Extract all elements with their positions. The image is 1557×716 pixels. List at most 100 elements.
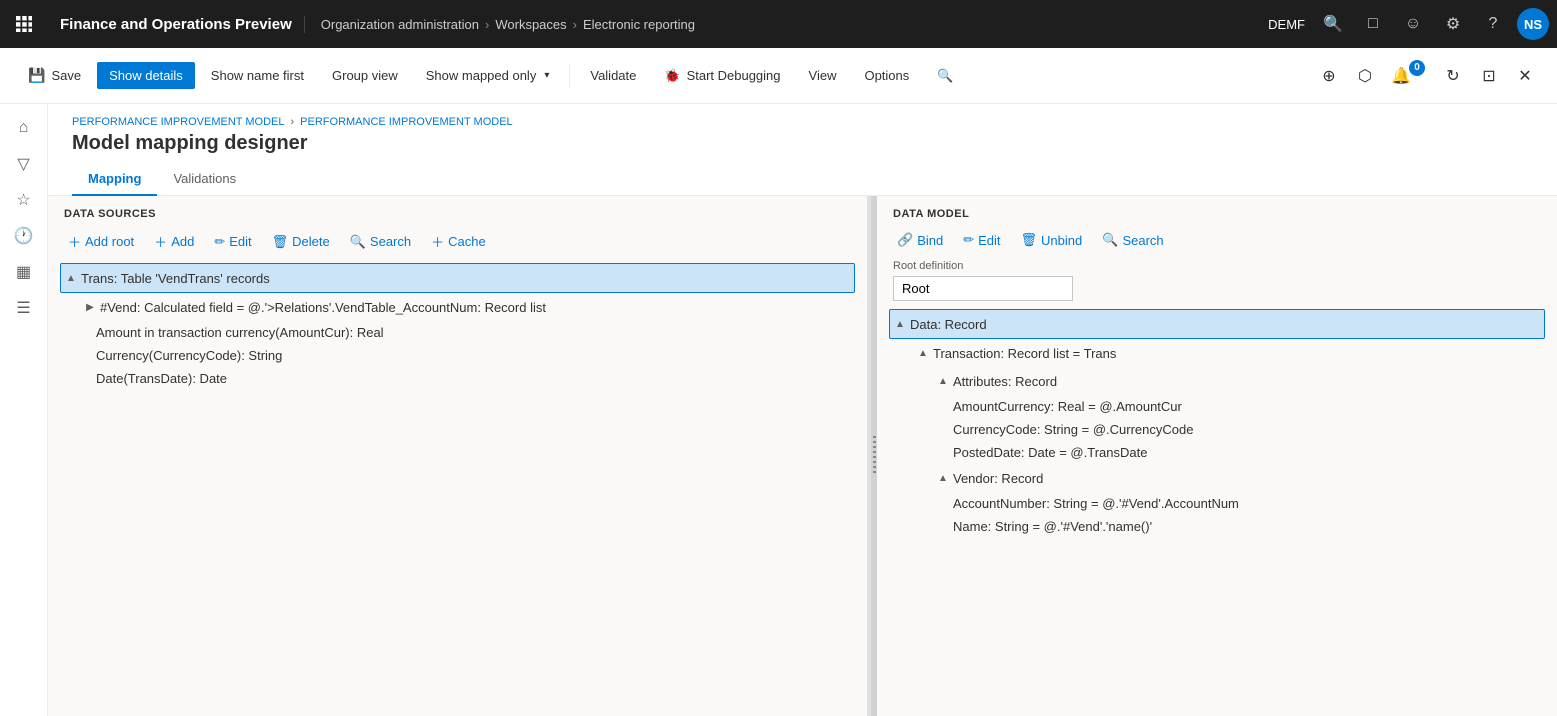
close-icon[interactable]: ✕ [1509,60,1541,92]
bc-sep: › [291,116,295,128]
dm-tree-label-data: Data: Record [910,317,987,332]
sidebar-list-icon[interactable]: ☰ [8,292,40,324]
dm-tree-row-attributes[interactable]: ▲ Attributes: Record [889,367,1545,395]
expand-transaction-icon[interactable]: ▲ [913,343,933,363]
tree-row-currency[interactable]: Currency(CurrencyCode): String [60,344,855,367]
tab-validations[interactable]: Validations [157,163,252,196]
settings-icon[interactable]: ⚙ [1437,8,1469,40]
dm-tree-row-transaction[interactable]: ▲ Transaction: Record list = Trans [889,339,1545,367]
bind-button[interactable]: 🔗 Bind [889,228,951,252]
bc-link-1[interactable]: PERFORMANCE IMPROVEMENT MODEL [72,116,285,128]
avatar[interactable]: NS [1517,8,1549,40]
emoji-icon[interactable]: ☺ [1397,8,1429,40]
data-sources-panel: DATA SOURCES ＋ Add root ＋ Add ✏ Edit [48,196,871,716]
badge-count: 0 [1409,60,1425,76]
search-cmd-button[interactable]: 🔍 [925,62,965,90]
debug-icon: 🐞 [664,68,680,84]
tree-row-amount[interactable]: Amount in transaction currency(AmountCur… [60,321,855,344]
add-root-icon: ＋ [68,232,81,251]
cache-icon-ds: ＋ [431,232,444,251]
refresh-icon[interactable]: ↻ [1437,60,1469,92]
delete-icon-ds: 🗑 [272,234,289,250]
expand-trans-icon[interactable]: ▲ [61,268,81,288]
edit-button-dm[interactable]: ✏ Edit [955,228,1008,252]
help-icon[interactable]: ? [1477,8,1509,40]
sidebar-favorites-icon[interactable]: ☆ [8,184,40,216]
unbind-button[interactable]: 🗑 Unbind [1013,228,1091,252]
breadcrumb-sep2: › [573,17,577,32]
show-mapped-only-button[interactable]: Show mapped only ▾ [414,62,562,89]
dm-tree-row-name[interactable]: Name: String = @.'#Vend'.'name()' [889,515,1545,538]
sidebar-filter-icon[interactable]: ▽ [8,148,40,180]
dm-tree-label-attributes: Attributes: Record [953,374,1057,389]
delete-button-ds[interactable]: 🗑 Delete [264,230,338,254]
validate-button[interactable]: Validate [578,62,648,89]
dm-toolbar: 🔗 Bind ✏ Edit 🗑 Unbind 🔍 Search [889,228,1545,252]
show-details-button[interactable]: Show details [97,62,195,89]
save-button[interactable]: 💾 Save [16,61,93,90]
tab-mapping[interactable]: Mapping [72,163,157,196]
breadcrumb-er[interactable]: Electronic reporting [583,17,695,32]
search-cmd-icon: 🔍 [937,68,953,84]
view-button[interactable]: View [797,62,849,89]
tree-row-vend[interactable]: ▶ #Vend: Calculated field = @.'>Relation… [60,293,855,321]
expand-vendor-icon[interactable]: ▲ [933,468,953,488]
edit-icon-dm: ✏ [963,232,974,248]
open-new-window-icon[interactable]: ⊡ [1473,60,1505,92]
sidebar-home-icon[interactable]: ⌂ [8,112,40,144]
dm-tree-row-currencycode[interactable]: CurrencyCode: String = @.CurrencyCode [889,418,1545,441]
add-button[interactable]: ＋ Add [146,228,202,255]
expand-attributes-icon[interactable]: ▲ [933,371,953,391]
dm-panel-header: DATA MODEL [889,208,1545,220]
top-breadcrumb: Organization administration › Workspaces… [321,17,1260,32]
tree-label-currency: Currency(CurrencyCode): String [96,348,282,363]
root-def-box: Root [893,276,1073,301]
dm-tree-row-accountnumber[interactable]: AccountNumber: String = @.'#Vend'.Accoun… [889,492,1545,515]
tree-row-date[interactable]: Date(TransDate): Date [60,367,855,390]
search-icon-ds: 🔍 [350,234,366,250]
app-grid-icon[interactable] [8,8,40,40]
dm-tree-label-posteddate: PostedDate: Date = @.TransDate [953,445,1147,460]
top-nav: Finance and Operations Preview Organizat… [0,0,1557,48]
tree-label-amount: Amount in transaction currency(AmountCur… [96,325,384,340]
add-root-button[interactable]: ＋ Add root [60,228,142,255]
dm-tree-row-amountcurrency[interactable]: AmountCurrency: Real = @.AmountCur [889,395,1545,418]
options-button[interactable]: Options [852,62,921,89]
dm-tree: ▲ Data: Record ▲ Transaction: Record lis… [889,309,1545,704]
expand-icon[interactable]: ⬡ [1349,60,1381,92]
start-debugging-button[interactable]: 🐞 Start Debugging [652,62,792,90]
top-right-controls: DEMF 🔍 □ ☺ ⚙ ? NS [1268,8,1549,40]
show-name-first-button[interactable]: Show name first [199,62,316,89]
tree-row-trans[interactable]: ▲ Trans: Table 'VendTrans' records [60,263,855,293]
group-view-button[interactable]: Group view [320,62,410,89]
tab-bar: Mapping Validations [48,163,1557,196]
dm-tree-label-vendor: Vendor: Record [953,471,1043,486]
sidebar-recent-icon[interactable]: 🕐 [8,220,40,252]
pin-icon[interactable]: ⊕ [1313,60,1345,92]
edit-button-ds[interactable]: ✏ Edit [206,230,259,254]
sidebar-workspace-icon[interactable]: ▦ [8,256,40,288]
mapping-area: DATA SOURCES ＋ Add root ＋ Add ✏ Edit [48,196,1557,716]
dm-tree-label-currencycode: CurrencyCode: String = @.CurrencyCode [953,422,1193,437]
search-icon-dm: 🔍 [1102,232,1118,248]
dm-tree-row-vendor[interactable]: ▲ Vendor: Record [889,464,1545,492]
page-title: Model mapping designer [72,132,1533,155]
search-icon-top[interactable]: 🔍 [1317,8,1349,40]
breadcrumb-org[interactable]: Organization administration [321,17,479,32]
ds-toolbar: ＋ Add root ＋ Add ✏ Edit 🗑 Delete [60,228,855,255]
root-def-label: Root definition [893,260,1541,272]
expand-vend-icon[interactable]: ▶ [80,297,100,317]
dm-tree-row-data[interactable]: ▲ Data: Record [889,309,1545,339]
search-button-ds[interactable]: 🔍 Search [342,230,419,254]
page-header: PERFORMANCE IMPROVEMENT MODEL › PERFORMA… [48,104,1557,163]
breadcrumb-workspaces[interactable]: Workspaces [495,17,566,32]
bc-link-2[interactable]: PERFORMANCE IMPROVEMENT MODEL [300,116,513,128]
main-layout: ⌂ ▽ ☆ 🕐 ▦ ☰ PERFORMANCE IMPROVEMENT MODE… [0,104,1557,716]
save-icon: 💾 [28,67,45,84]
notification-icon[interactable]: □ [1357,8,1389,40]
cache-button-ds[interactable]: ＋ Cache [423,228,494,255]
expand-data-icon[interactable]: ▲ [890,314,910,334]
dm-tree-row-posteddate[interactable]: PostedDate: Date = @.TransDate [889,441,1545,464]
search-button-dm[interactable]: 🔍 Search [1094,228,1171,252]
unbind-icon: 🗑 [1021,232,1038,248]
